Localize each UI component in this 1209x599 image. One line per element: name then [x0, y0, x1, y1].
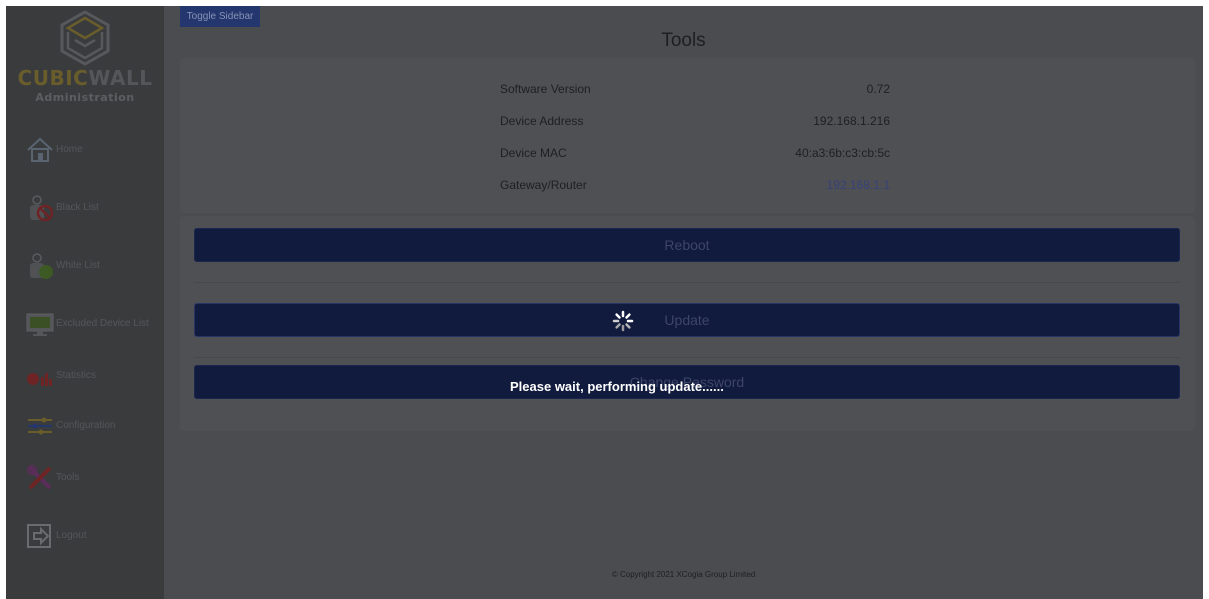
black-list-icon [30, 195, 54, 222]
home-icon [27, 137, 53, 162]
sidebar-item-home[interactable]: Home [6, 130, 164, 170]
info-row-device-mac: Device MAC 40:a3:6b:c3:cb:5c [180, 146, 1195, 166]
page-title: Tools [661, 30, 706, 51]
toggle-sidebar-button[interactable]: Toggle Sidebar [180, 6, 260, 27]
brand-name: CUBICWALL [6, 66, 164, 90]
sidebar: CUBICWALL Administration Home Black List [6, 6, 164, 599]
update-wait-message: Please wait, performing update...... [510, 379, 724, 394]
white-list-icon [30, 253, 53, 279]
sidebar-item-label: Excluded Device List [56, 318, 149, 329]
sidebar-item-label: White List [56, 260, 100, 271]
brand-name-cubic: CUBIC [17, 66, 89, 90]
info-value: 0.72 [866, 82, 890, 96]
statistics-icon [27, 373, 52, 386]
sidebar-item-tools[interactable]: Tools [6, 458, 164, 498]
sidebar-item-excluded-device-list[interactable]: Excluded Device List [6, 304, 164, 344]
info-value: 40:a3:6b:c3:cb:5c [795, 146, 890, 160]
logout-icon [27, 524, 51, 548]
sidebar-item-label: Statistics [56, 370, 97, 381]
sidebar-item-label: Black List [56, 202, 99, 213]
monitor-icon [26, 313, 54, 336]
app-window: CUBICWALL Administration Home Black List [6, 6, 1203, 599]
footer-copyright: © Copyright 2021 XCogia Group Limited [611, 570, 756, 579]
info-label: Software Version [500, 82, 591, 96]
tools-icon [27, 465, 52, 490]
gateway-link[interactable]: 192.168.1.1 [827, 178, 890, 192]
brand-name-wall: WALL [88, 66, 153, 90]
logo: CUBICWALL Administration [6, 6, 164, 116]
update-button[interactable]: Update [194, 303, 1180, 337]
info-row-gateway: Gateway/Router 192.168.1.1 [180, 178, 1195, 198]
loading-spinner-icon [612, 310, 634, 332]
info-row-device-address: Device Address 192.168.1.216 [180, 114, 1195, 134]
device-info-card: Software Version 0.72 Device Address 192… [180, 58, 1195, 213]
sidebar-item-label: Tools [56, 472, 80, 483]
sidebar-item-configuration[interactable]: Configuration [6, 406, 164, 446]
sidebar-item-white-list[interactable]: White List [6, 246, 164, 286]
reboot-button[interactable]: Reboot [194, 228, 1180, 262]
info-label: Device MAC [500, 146, 567, 160]
sidebar-item-black-list[interactable]: Black List [6, 188, 164, 228]
info-label: Device Address [500, 114, 584, 128]
sidebar-item-label: Home [56, 144, 83, 155]
actions-card: Reboot Update Change Password [180, 216, 1195, 431]
info-label: Gateway/Router [500, 178, 587, 192]
cubic-wall-logo-icon [60, 10, 110, 66]
sidebar-item-label: Logout [56, 530, 87, 541]
divider [194, 357, 1180, 358]
sidebar-item-statistics[interactable]: Statistics [6, 356, 164, 396]
info-row-software-version: Software Version 0.72 [180, 82, 1195, 102]
brand-subtitle: Administration [35, 91, 135, 104]
divider [194, 282, 1180, 283]
info-value: 192.168.1.216 [813, 114, 890, 128]
main-content: Toggle Sidebar Tools Software Version 0.… [164, 6, 1203, 599]
sliders-icon [28, 417, 52, 435]
sidebar-item-logout[interactable]: Logout [6, 516, 164, 556]
sidebar-item-label: Configuration [56, 420, 116, 431]
